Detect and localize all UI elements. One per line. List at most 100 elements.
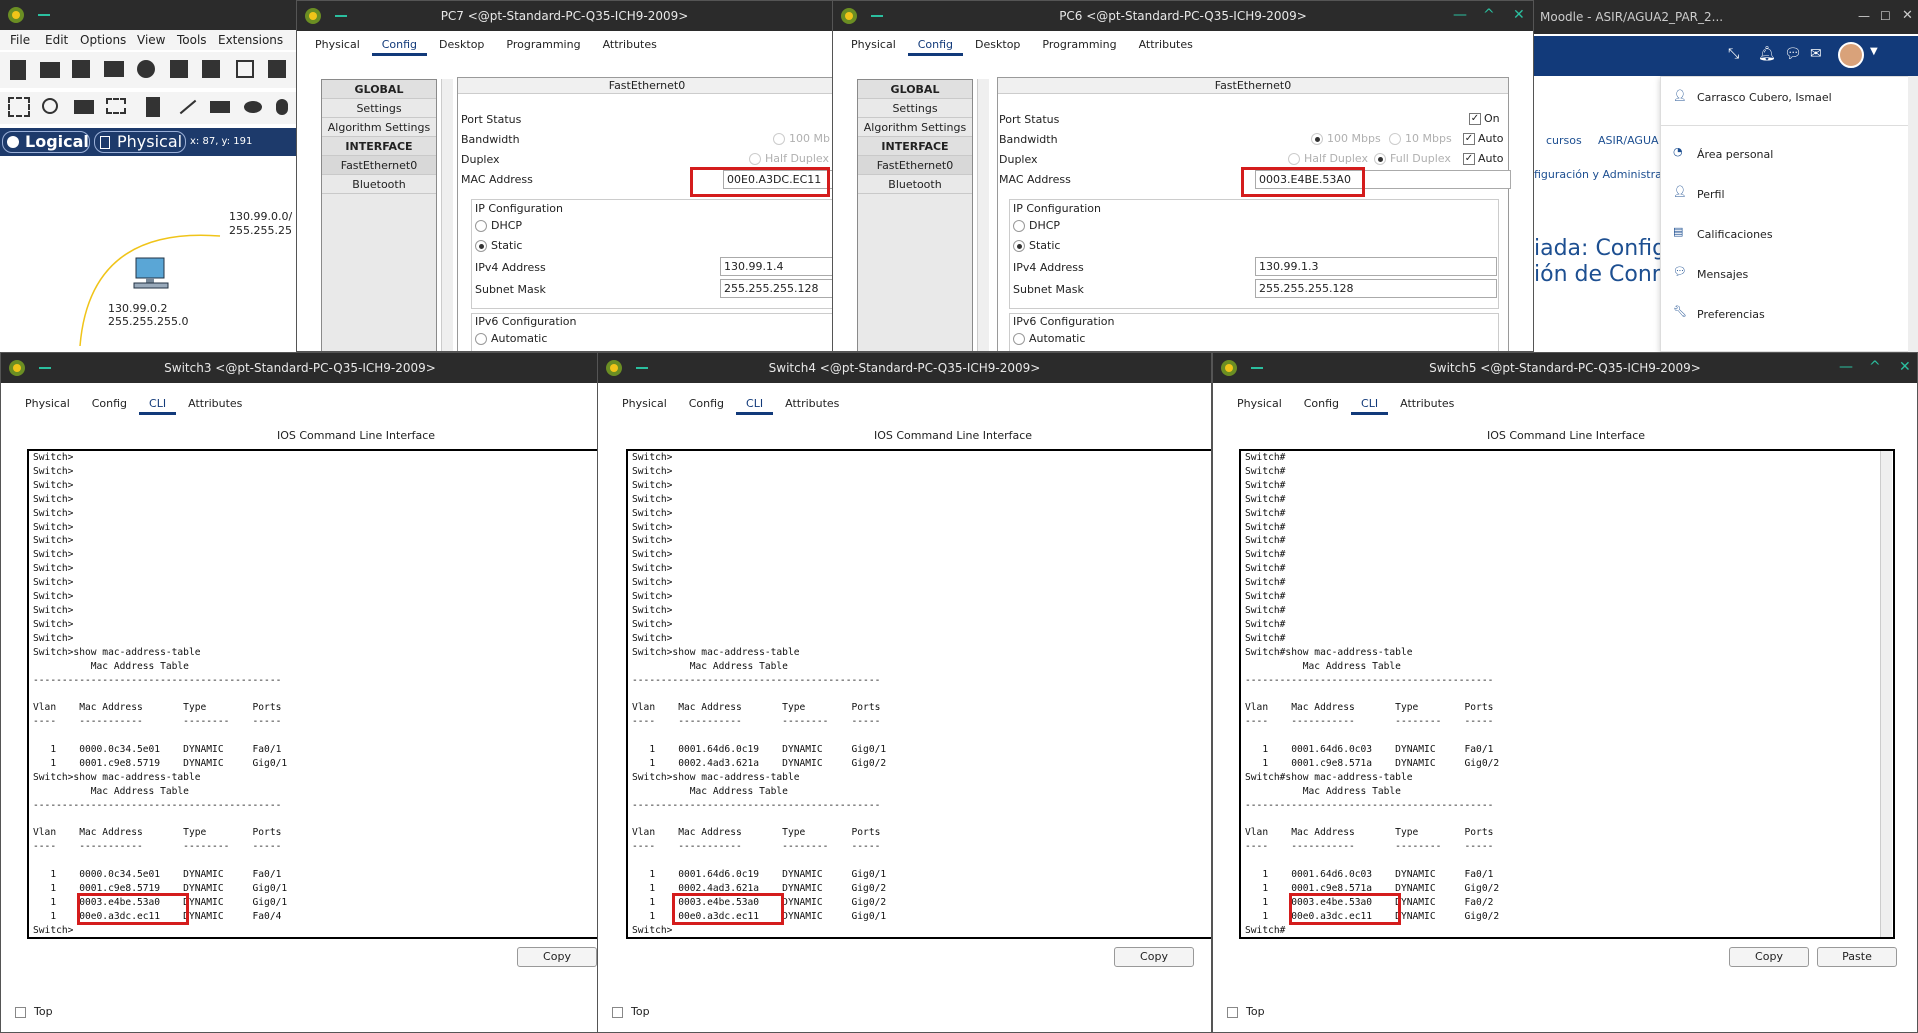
top-checkbox-box[interactable] bbox=[15, 1006, 26, 1018]
copy-button[interactable]: Copy bbox=[517, 947, 597, 967]
maximize-window-icon[interactable]: ^ bbox=[1869, 359, 1881, 375]
rectangle-icon[interactable] bbox=[210, 101, 230, 113]
half-duplex-radio[interactable] bbox=[1288, 153, 1300, 165]
sidebar-item-algorithm-settings[interactable]: Algorithm Settings bbox=[858, 118, 972, 137]
ipv6-automatic-radio[interactable] bbox=[475, 333, 487, 345]
copy-icon[interactable] bbox=[236, 60, 254, 78]
duplex-option[interactable]: Half Duplex bbox=[749, 152, 829, 165]
tab-cli[interactable]: CLI bbox=[139, 395, 177, 415]
minimize-window-icon[interactable]: — bbox=[1839, 359, 1853, 375]
pc7-sidebar-scrollbar[interactable] bbox=[441, 79, 453, 351]
logical-tab[interactable]: Logical bbox=[2, 131, 90, 153]
tab-cli[interactable]: CLI bbox=[736, 395, 774, 415]
menu-item-perfil[interactable]: Perfil bbox=[1697, 188, 1725, 201]
ipv6-automatic-option[interactable]: Automatic bbox=[1013, 332, 1085, 345]
dhcp-radio[interactable] bbox=[1013, 220, 1025, 232]
copy-button[interactable]: Copy bbox=[1729, 947, 1809, 967]
top-checkbox-box[interactable] bbox=[1227, 1006, 1238, 1018]
bandwidth-auto-option[interactable]: ✓ Auto bbox=[1463, 132, 1504, 145]
page-scrollbar[interactable] bbox=[1908, 76, 1918, 352]
static-option[interactable]: Static bbox=[1013, 239, 1060, 252]
notifications-icon[interactable]: 🔔︎ bbox=[1758, 46, 1776, 62]
save-icon[interactable] bbox=[72, 60, 90, 78]
bandwidth-10-option[interactable]: 10 Mbps bbox=[1389, 132, 1452, 145]
zoom-icon[interactable] bbox=[42, 98, 58, 114]
mail-icon[interactable]: ✉ bbox=[1810, 46, 1822, 62]
menu-file[interactable]: File bbox=[10, 33, 30, 47]
ipv4-field[interactable]: 130.99.1.3 bbox=[1255, 257, 1497, 276]
resize-icon[interactable] bbox=[106, 98, 126, 114]
paste-icon[interactable] bbox=[268, 60, 286, 78]
sidebar-item-bluetooth[interactable]: Bluetooth bbox=[858, 175, 972, 194]
tab-config[interactable]: Config bbox=[907, 36, 964, 56]
bandwidth-10-radio[interactable] bbox=[1389, 133, 1401, 145]
subnet-mask-field[interactable]: 255.255.255.128 bbox=[720, 279, 832, 298]
tab-attributes[interactable]: Attributes bbox=[775, 395, 849, 415]
subnet-mask-field[interactable]: 255.255.255.128 bbox=[1255, 279, 1497, 298]
menu-tools[interactable]: Tools bbox=[177, 33, 207, 47]
breadcrumb-courses[interactable]: cursos bbox=[1546, 134, 1582, 147]
network-icon[interactable] bbox=[170, 60, 188, 78]
ipv4-field[interactable]: 130.99.1.4 bbox=[720, 257, 832, 276]
tab-config[interactable]: Config bbox=[1294, 395, 1349, 415]
port-status-toggle[interactable]: ✓ On bbox=[1469, 112, 1500, 125]
full-duplex-option[interactable]: Full Duplex bbox=[1374, 152, 1451, 165]
print-icon[interactable] bbox=[104, 61, 124, 77]
sidebar-item-settings[interactable]: Settings bbox=[858, 99, 972, 118]
sidebar-item-fastethernet0[interactable]: FastEthernet0 bbox=[322, 156, 436, 175]
tab-desktop[interactable]: Desktop bbox=[965, 36, 1030, 56]
minimize-window-icon[interactable]: — bbox=[1453, 7, 1467, 23]
tab-physical[interactable]: Physical bbox=[15, 395, 80, 415]
avatar[interactable] bbox=[1838, 42, 1864, 68]
cli-scrollbar[interactable] bbox=[1880, 451, 1892, 937]
tab-config[interactable]: Config bbox=[371, 36, 428, 56]
logical-workspace[interactable]: 130.99.0.0/ 255.255.25 130.99.0.2 255.25… bbox=[0, 156, 300, 356]
pc-device-icon[interactable] bbox=[132, 256, 172, 292]
cli-console[interactable]: Switch> Switch> Switch> Switch> Switch> … bbox=[27, 449, 599, 939]
messages-icon[interactable]: 💬︎ bbox=[1784, 46, 1802, 62]
breadcrumb-course[interactable]: ASIR/AGUA bbox=[1598, 134, 1659, 147]
tab-physical[interactable]: Physical bbox=[1227, 395, 1292, 415]
bandwidth-100-radio[interactable] bbox=[1311, 133, 1323, 145]
tab-attributes[interactable]: Attributes bbox=[178, 395, 252, 415]
close-window-icon[interactable]: ✕ bbox=[1513, 7, 1525, 23]
dhcp-option[interactable]: DHCP bbox=[475, 219, 522, 232]
menu-item-area-personal[interactable]: Área personal bbox=[1697, 148, 1773, 161]
tab-physical[interactable]: Physical bbox=[612, 395, 677, 415]
top-checkbox[interactable]: Top bbox=[1227, 1005, 1265, 1018]
bandwidth-option[interactable]: 100 Mb bbox=[773, 132, 830, 145]
menu-item-calificaciones[interactable]: Calificaciones bbox=[1697, 228, 1773, 241]
dhcp-option[interactable]: DHCP bbox=[1013, 219, 1060, 232]
tab-programming[interactable]: Programming bbox=[496, 36, 590, 56]
menu-item-mensajes[interactable]: Mensajes bbox=[1697, 268, 1748, 281]
bandwidth-auto-checkbox[interactable]: ✓ bbox=[1463, 133, 1475, 145]
duplex-auto-option[interactable]: ✓ Auto bbox=[1463, 152, 1504, 165]
tab-programming[interactable]: Programming bbox=[1032, 36, 1126, 56]
line-icon[interactable] bbox=[179, 99, 197, 115]
open-folder-icon[interactable] bbox=[40, 62, 60, 78]
sidebar-item-settings[interactable]: Settings bbox=[322, 99, 436, 118]
pc6-sidebar-scrollbar[interactable] bbox=[977, 79, 989, 351]
close-window-icon[interactable]: ✕ bbox=[1899, 359, 1911, 375]
static-option[interactable]: Static bbox=[475, 239, 522, 252]
dhcp-radio[interactable] bbox=[475, 220, 487, 232]
physical-tab[interactable]: Physical bbox=[94, 131, 186, 153]
ipv6-automatic-option[interactable]: Automatic bbox=[475, 332, 547, 345]
activity-wizard-icon[interactable] bbox=[202, 60, 220, 78]
freeform-icon[interactable] bbox=[276, 99, 288, 115]
cli-console[interactable]: Switch# Switch# Switch# Switch# Switch# … bbox=[1239, 449, 1895, 939]
maximize-window-icon[interactable]: ^ bbox=[1483, 7, 1495, 23]
menu-view[interactable]: View bbox=[137, 33, 165, 47]
static-radio[interactable] bbox=[475, 240, 487, 252]
top-checkbox[interactable]: Top bbox=[15, 1005, 53, 1018]
sidebar-item-algorithm-settings[interactable]: Algorithm Settings bbox=[322, 118, 436, 137]
minimize-icon[interactable] bbox=[38, 14, 50, 16]
static-radio[interactable] bbox=[1013, 240, 1025, 252]
menu-extensions[interactable]: Extensions bbox=[218, 33, 283, 47]
bandwidth-100-option[interactable]: 100 Mbps bbox=[1311, 132, 1381, 145]
tab-config[interactable]: Config bbox=[679, 395, 734, 415]
tab-attributes[interactable]: Attributes bbox=[593, 36, 667, 56]
half-duplex-option[interactable]: Half Duplex bbox=[1288, 152, 1368, 165]
tab-physical[interactable]: Physical bbox=[305, 36, 370, 56]
menu-options[interactable]: Options bbox=[80, 33, 126, 47]
